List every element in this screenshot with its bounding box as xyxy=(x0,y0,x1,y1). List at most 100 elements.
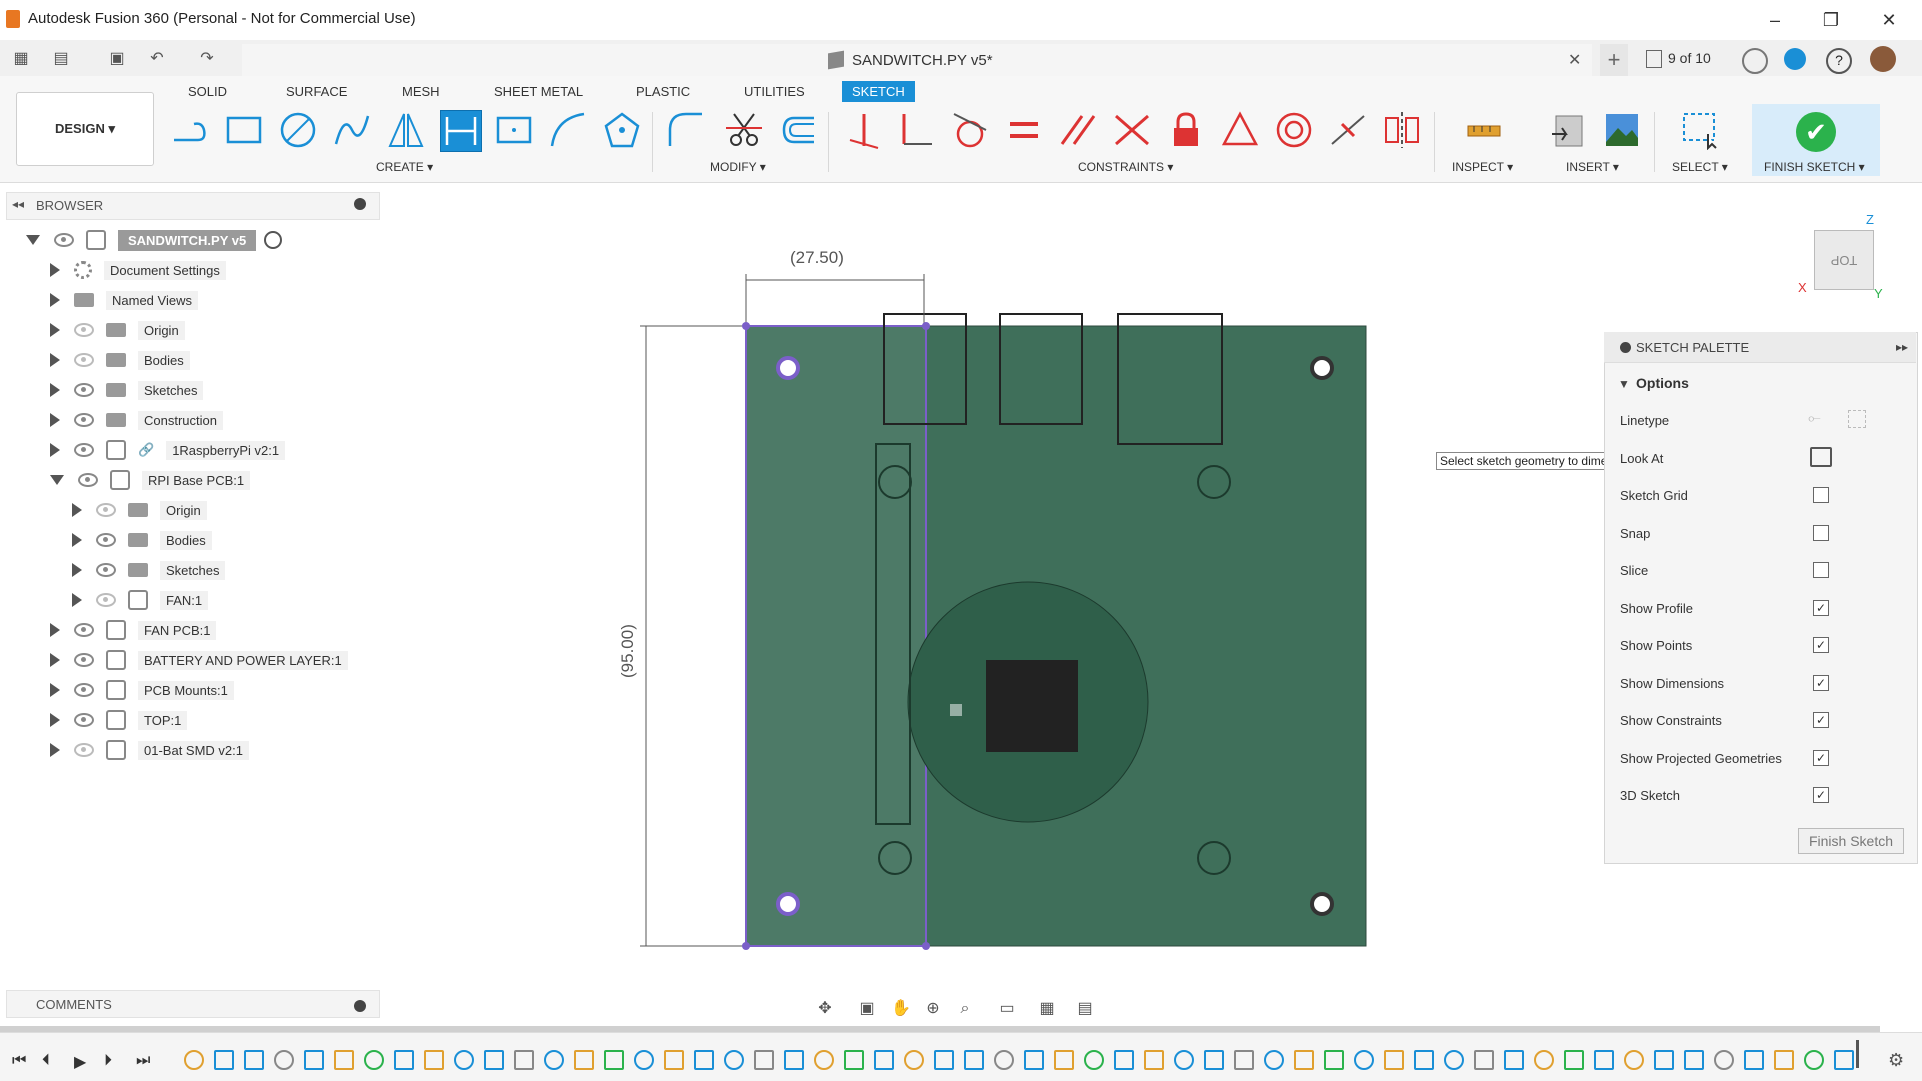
tree-item[interactable]: Document Settings xyxy=(50,258,226,282)
timeline-feature-icon[interactable] xyxy=(664,1050,684,1070)
palette-option-checkbox[interactable]: ✓ xyxy=(1813,599,1829,616)
expand-arrow-icon[interactable] xyxy=(50,293,60,307)
expand-arrow-icon[interactable] xyxy=(50,323,60,337)
undo-icon[interactable]: ↶ xyxy=(146,48,168,70)
timeline-feature-icon[interactable] xyxy=(274,1050,294,1070)
timeline-feature-icon[interactable] xyxy=(574,1050,594,1070)
collapse-arrow-icon[interactable] xyxy=(50,475,64,485)
timeline-feature-icon[interactable] xyxy=(784,1050,804,1070)
timeline-feature-icon[interactable] xyxy=(1774,1050,1794,1070)
equal-constraint-icon[interactable] xyxy=(1004,110,1044,150)
tree-item[interactable]: 🔗 1RaspberryPi v2:1 xyxy=(50,438,286,462)
inspect-menu[interactable]: INSPECT ▾ xyxy=(1452,160,1513,174)
modify-menu[interactable]: MODIFY ▾ xyxy=(710,160,766,174)
step-forward-icon[interactable]: ⏵ xyxy=(104,1052,112,1070)
tangent-constraint-icon[interactable] xyxy=(950,110,990,150)
expand-arrow-icon[interactable] xyxy=(50,353,60,367)
viewcube[interactable]: TOP xyxy=(1814,230,1874,290)
point-rectangle-tool-icon[interactable] xyxy=(494,110,534,150)
timeline-feature-icon[interactable] xyxy=(1234,1050,1254,1070)
tree-item[interactable]: PCB Mounts:1 xyxy=(50,678,234,702)
restore-button[interactable]: ❐ xyxy=(1808,6,1854,34)
timeline-feature-icon[interactable] xyxy=(904,1050,924,1070)
palette-option-checkbox[interactable]: ✓ xyxy=(1813,787,1829,803)
visibility-eye-icon[interactable] xyxy=(74,413,94,427)
browser-options-icon[interactable] xyxy=(354,198,366,210)
tree-item[interactable]: Construction xyxy=(50,408,223,432)
hidden-eye-icon[interactable] xyxy=(74,743,94,757)
timeline-feature-icon[interactable] xyxy=(1054,1050,1074,1070)
palette-option-checkbox[interactable] xyxy=(1813,524,1829,541)
tree-item[interactable]: Sketches xyxy=(72,558,226,582)
timeline-feature-icon[interactable] xyxy=(1684,1050,1704,1070)
triangle-constraint-icon[interactable] xyxy=(1220,110,1260,150)
tree-item[interactable]: Origin xyxy=(72,498,207,522)
timeline-feature-icon[interactable] xyxy=(514,1050,534,1070)
fix-lock-icon[interactable] xyxy=(1166,110,1206,150)
timeline-feature-icon[interactable] xyxy=(934,1050,954,1070)
insert-menu[interactable]: INSERT ▾ xyxy=(1566,160,1619,174)
user-avatar[interactable] xyxy=(1870,46,1896,72)
spline-tool-icon[interactable] xyxy=(332,110,372,150)
expand-arrow-icon[interactable] xyxy=(72,503,82,517)
polygon-tool-icon[interactable] xyxy=(602,110,642,150)
timeline-feature-icon[interactable] xyxy=(1834,1050,1854,1070)
tree-item[interactable]: Named Views xyxy=(50,288,198,312)
tree-item[interactable]: BATTERY AND POWER LAYER:1 xyxy=(50,648,348,672)
visibility-eye-icon[interactable] xyxy=(54,233,74,247)
sketch-rectangle-profile[interactable] xyxy=(745,325,927,947)
expand-arrow-icon[interactable] xyxy=(72,533,82,547)
timeline-feature-icon[interactable] xyxy=(604,1050,624,1070)
sketch-point[interactable] xyxy=(922,322,930,330)
tree-item[interactable]: FAN PCB:1 xyxy=(50,618,217,642)
tab-plastic[interactable]: PLASTIC xyxy=(636,84,690,99)
tab-utilities[interactable]: UTILITIES xyxy=(744,84,805,99)
visibility-eye-icon[interactable] xyxy=(74,443,94,457)
timeline-feature-icon[interactable] xyxy=(634,1050,654,1070)
timeline-feature-icon[interactable] xyxy=(1204,1050,1224,1070)
finish-sketch-menu[interactable]: FINISH SKETCH ▾ xyxy=(1764,160,1865,174)
timeline-feature-icon[interactable] xyxy=(1324,1050,1344,1070)
go-to-start-icon[interactable]: ⏮ xyxy=(12,1052,26,1070)
fit-zoom-icon[interactable]: ⌕ xyxy=(954,998,976,1020)
timeline-feature-icon[interactable] xyxy=(1084,1050,1104,1070)
expand-palette-icon[interactable]: ▸▸ xyxy=(1896,340,1908,354)
close-tab-icon[interactable]: ✕ xyxy=(1568,50,1581,70)
insert-canvas-image-icon[interactable] xyxy=(1602,110,1642,150)
palette-options-icon[interactable] xyxy=(1620,342,1631,353)
centerline-linetype-icon[interactable] xyxy=(1848,410,1866,428)
tab-sheet-metal[interactable]: SHEET METAL xyxy=(494,84,583,99)
finish-sketch-button[interactable]: Finish Sketch xyxy=(1798,828,1904,854)
data-panel-grid-icon[interactable]: ▦ xyxy=(10,48,32,70)
new-tab-button[interactable]: + xyxy=(1600,44,1628,76)
tree-item[interactable]: RPI Base PCB:1 xyxy=(50,468,251,492)
timeline-feature-icon[interactable] xyxy=(1534,1050,1554,1070)
timeline-feature-icon[interactable] xyxy=(244,1050,264,1070)
expand-arrow-icon[interactable] xyxy=(50,743,60,757)
expand-arrow-icon[interactable] xyxy=(50,383,60,397)
symmetry-constraint-icon[interactable] xyxy=(1382,110,1422,150)
go-to-end-icon[interactable]: ⏭ xyxy=(136,1052,150,1070)
timeline-feature-icon[interactable] xyxy=(1594,1050,1614,1070)
timeline-feature-icon[interactable] xyxy=(1564,1050,1584,1070)
timeline-feature-icon[interactable] xyxy=(1114,1050,1134,1070)
sketch-dimension-tool-icon[interactable] xyxy=(440,110,482,152)
timeline-feature-icon[interactable] xyxy=(1744,1050,1764,1070)
palette-option-checkbox[interactable]: ✓ xyxy=(1813,674,1829,691)
file-menu-icon[interactable]: ▤ xyxy=(50,48,72,70)
tree-item[interactable]: Origin xyxy=(50,318,185,342)
select-menu[interactable]: SELECT ▾ xyxy=(1672,160,1728,174)
timeline-feature-icon[interactable] xyxy=(1174,1050,1194,1070)
timeline-feature-icon[interactable] xyxy=(1264,1050,1284,1070)
expand-arrow-icon[interactable] xyxy=(50,653,60,667)
timeline-feature-icon[interactable] xyxy=(1294,1050,1314,1070)
timeline-feature-icon[interactable] xyxy=(1414,1050,1434,1070)
timeline-feature-icon[interactable] xyxy=(694,1050,714,1070)
create-menu[interactable]: CREATE ▾ xyxy=(376,160,433,174)
timeline-scrollbar[interactable] xyxy=(0,1026,1880,1032)
tab-surface[interactable]: SURFACE xyxy=(286,84,347,99)
activate-radio-icon[interactable] xyxy=(264,231,283,249)
palette-option-checkbox[interactable]: ✓ xyxy=(1813,749,1829,766)
timeline-feature-icon[interactable] xyxy=(184,1050,204,1070)
tree-item[interactable]: FAN:1 xyxy=(72,588,209,612)
